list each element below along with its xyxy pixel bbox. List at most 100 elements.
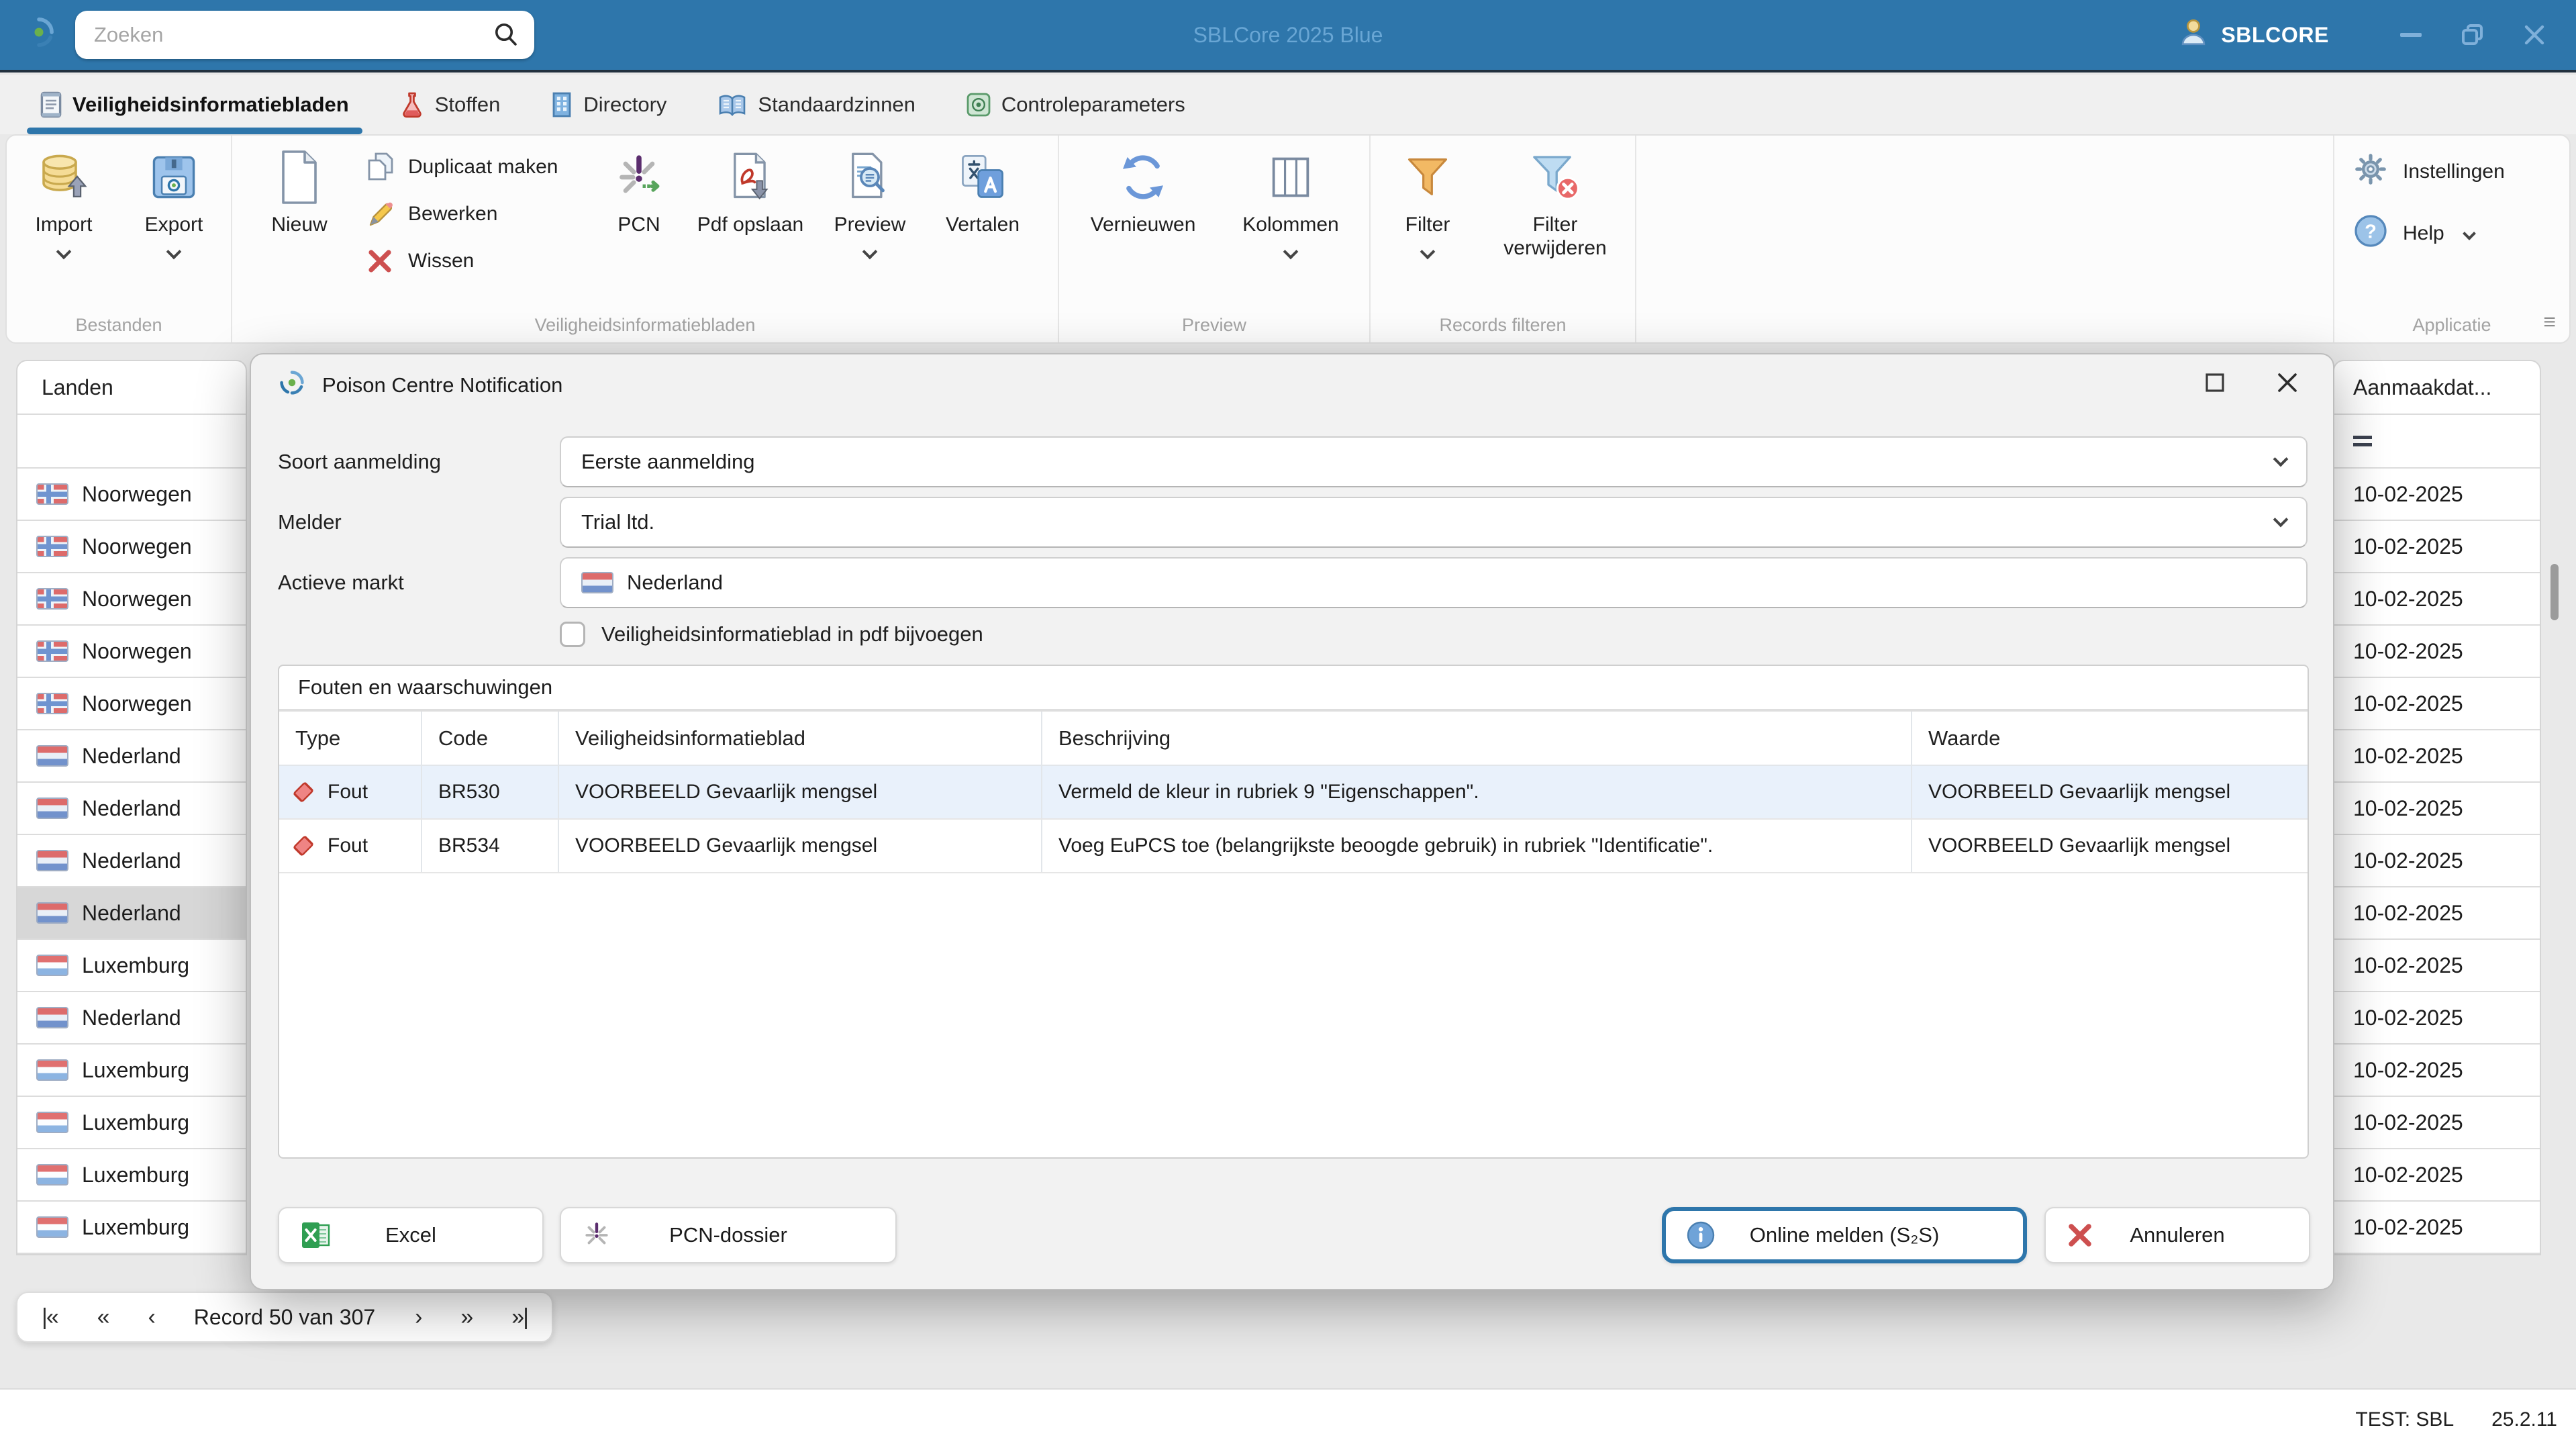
- col-beschrijving[interactable]: Beschrijving: [1042, 712, 1912, 765]
- landen-filter-row[interactable]: [17, 415, 246, 469]
- date-row[interactable]: 10-02-2025: [2334, 521, 2540, 573]
- country-row[interactable]: Nederland: [17, 835, 246, 887]
- country-row[interactable]: Noorwegen: [17, 678, 246, 730]
- modal-maximize-button[interactable]: [2204, 372, 2226, 399]
- maximize-button[interactable]: [2442, 8, 2504, 62]
- date-row[interactable]: 10-02-2025: [2334, 626, 2540, 678]
- landen-column-header[interactable]: Landen: [17, 361, 246, 415]
- target-icon: [967, 93, 991, 117]
- tab-veiligheidsinformatiebladen[interactable]: Veiligheidsinformatiebladen: [32, 75, 357, 134]
- date-row[interactable]: 10-02-2025: [2334, 783, 2540, 835]
- date-row[interactable]: 10-02-2025: [2334, 887, 2540, 940]
- pdf-opslaan-button[interactable]: Pdf opslaan: [686, 136, 815, 237]
- next-page-button[interactable]: »: [460, 1304, 472, 1331]
- search-input[interactable]: [94, 23, 483, 47]
- norway-flag-icon: [36, 483, 68, 505]
- soort-aanmelding-select[interactable]: Eerste aanmelding: [560, 436, 2308, 487]
- col-blad[interactable]: Veiligheidsinformatieblad: [558, 712, 1042, 765]
- last-record-button[interactable]: »|: [511, 1304, 528, 1331]
- vertical-scrollbar[interactable]: [2550, 564, 2559, 620]
- date-row[interactable]: 10-02-2025: [2334, 940, 2540, 992]
- country-row[interactable]: Luxemburg: [17, 1202, 246, 1254]
- search-icon[interactable]: [491, 20, 521, 55]
- pdf-bijvoegen-checkbox[interactable]: [560, 622, 585, 647]
- annuleren-button[interactable]: Annuleren: [2044, 1207, 2310, 1263]
- filter-verwijderen-button[interactable]: Filter verwijderen: [1485, 136, 1625, 260]
- group-menu-icon[interactable]: ≡: [2543, 309, 2556, 334]
- date-row[interactable]: 10-02-2025: [2334, 730, 2540, 783]
- version-label: 25.2.11: [2491, 1408, 2557, 1431]
- country-row[interactable]: Noorwegen: [17, 626, 246, 678]
- date-row[interactable]: 10-02-2025: [2334, 1149, 2540, 1202]
- wissen-button[interactable]: Wissen: [353, 238, 592, 285]
- first-record-button[interactable]: |«: [42, 1304, 58, 1331]
- date-row[interactable]: 10-02-2025: [2334, 678, 2540, 730]
- preview-button[interactable]: Preview: [815, 136, 925, 257]
- date-row[interactable]: 10-02-2025: [2334, 469, 2540, 521]
- date-row[interactable]: 10-02-2025: [2334, 835, 2540, 887]
- app-window: SBLCore 2025 Blue SBLCORE: [0, 0, 2576, 1450]
- next-record-button[interactable]: ›: [415, 1304, 421, 1331]
- country-row[interactable]: Luxemburg: [17, 1097, 246, 1149]
- date-row[interactable]: 10-02-2025: [2334, 573, 2540, 626]
- user-label: SBLCORE: [2221, 23, 2329, 48]
- info-icon: [1686, 1220, 1716, 1250]
- aanmaakdatum-table: Aanmaakdat... 10-02-2025 10-02-2025 10-0…: [2333, 360, 2541, 1255]
- country-row[interactable]: Luxemburg: [17, 940, 246, 992]
- country-row[interactable]: Nederland: [17, 992, 246, 1045]
- actieve-markt-field[interactable]: Nederland: [560, 557, 2308, 608]
- book-icon: [717, 92, 747, 117]
- close-button[interactable]: [2504, 8, 2565, 62]
- minimize-button[interactable]: [2380, 8, 2442, 62]
- country-row[interactable]: Noorwegen: [17, 521, 246, 573]
- main-tab-bar: Veiligheidsinformatiebladen Stoffen: [0, 75, 2576, 134]
- prev-record-button[interactable]: ‹: [148, 1304, 154, 1331]
- country-row[interactable]: Noorwegen: [17, 573, 246, 626]
- pdf-bijvoegen-label: Veiligheidsinformatieblad in pdf bijvoeg…: [601, 622, 983, 646]
- date-row[interactable]: 10-02-2025: [2334, 992, 2540, 1045]
- date-row[interactable]: 10-02-2025: [2334, 1045, 2540, 1097]
- duplicaat-maken-button[interactable]: Duplicaat maken: [353, 144, 592, 191]
- online-melden-button[interactable]: Online melden (S₂S): [1662, 1207, 2027, 1263]
- chevron-down-icon: [2273, 452, 2289, 467]
- country-row[interactable]: Luxemburg: [17, 1149, 246, 1202]
- date-row[interactable]: 10-02-2025: [2334, 1097, 2540, 1149]
- netherlands-flag-icon: [581, 572, 613, 593]
- error-row[interactable]: Fout BR530 VOORBEELD Gevaarlijk mengsel …: [279, 765, 2308, 819]
- user-account-button[interactable]: SBLCORE: [2178, 17, 2329, 53]
- tab-directory[interactable]: Directory: [543, 75, 675, 134]
- vertalen-button[interactable]: Vertalen: [925, 136, 1040, 237]
- country-row-selected[interactable]: Nederland: [17, 887, 246, 940]
- kolommen-button[interactable]: Kolommen: [1224, 136, 1358, 257]
- refresh-icon: [1116, 146, 1170, 208]
- country-row[interactable]: Nederland: [17, 783, 246, 835]
- pcn-dossier-button[interactable]: PCN-dossier: [560, 1207, 897, 1263]
- bewerken-button[interactable]: Bewerken: [353, 191, 592, 238]
- vernieuwen-button[interactable]: Vernieuwen: [1071, 136, 1216, 237]
- col-code[interactable]: Code: [422, 712, 558, 765]
- modal-close-button[interactable]: [2277, 372, 2298, 399]
- col-type[interactable]: Type: [279, 712, 422, 765]
- country-row[interactable]: Nederland: [17, 730, 246, 783]
- error-row[interactable]: Fout BR534 VOORBEELD Gevaarlijk mengsel …: [279, 819, 2308, 873]
- instellingen-button[interactable]: Instellingen: [2353, 152, 2505, 192]
- filter-button[interactable]: Filter: [1381, 136, 1475, 257]
- group-label: Preview: [1059, 315, 1369, 336]
- aanmaakdatum-column-header[interactable]: Aanmaakdat...: [2334, 361, 2540, 415]
- help-button[interactable]: ? Help: [2353, 213, 2474, 254]
- date-row[interactable]: 10-02-2025: [2334, 1202, 2540, 1254]
- melder-select[interactable]: Trial ltd.: [560, 497, 2308, 548]
- pcn-button[interactable]: PCN: [592, 136, 686, 237]
- country-row[interactable]: Noorwegen: [17, 469, 246, 521]
- import-button[interactable]: Import: [15, 136, 112, 257]
- tab-standaardzinnen[interactable]: Standaardzinnen: [709, 75, 923, 134]
- aanmaakdatum-filter-row[interactable]: [2334, 415, 2540, 469]
- prev-page-button[interactable]: «: [97, 1304, 109, 1331]
- excel-button[interactable]: Excel: [278, 1207, 544, 1263]
- export-button[interactable]: Export: [126, 136, 222, 257]
- tab-stoffen[interactable]: Stoffen: [392, 75, 509, 134]
- tab-controleparameters[interactable]: Controleparameters: [958, 75, 1193, 134]
- col-waarde[interactable]: Waarde: [1912, 712, 2308, 765]
- nieuw-button[interactable]: Nieuw: [246, 136, 353, 237]
- country-row[interactable]: Luxemburg: [17, 1045, 246, 1097]
